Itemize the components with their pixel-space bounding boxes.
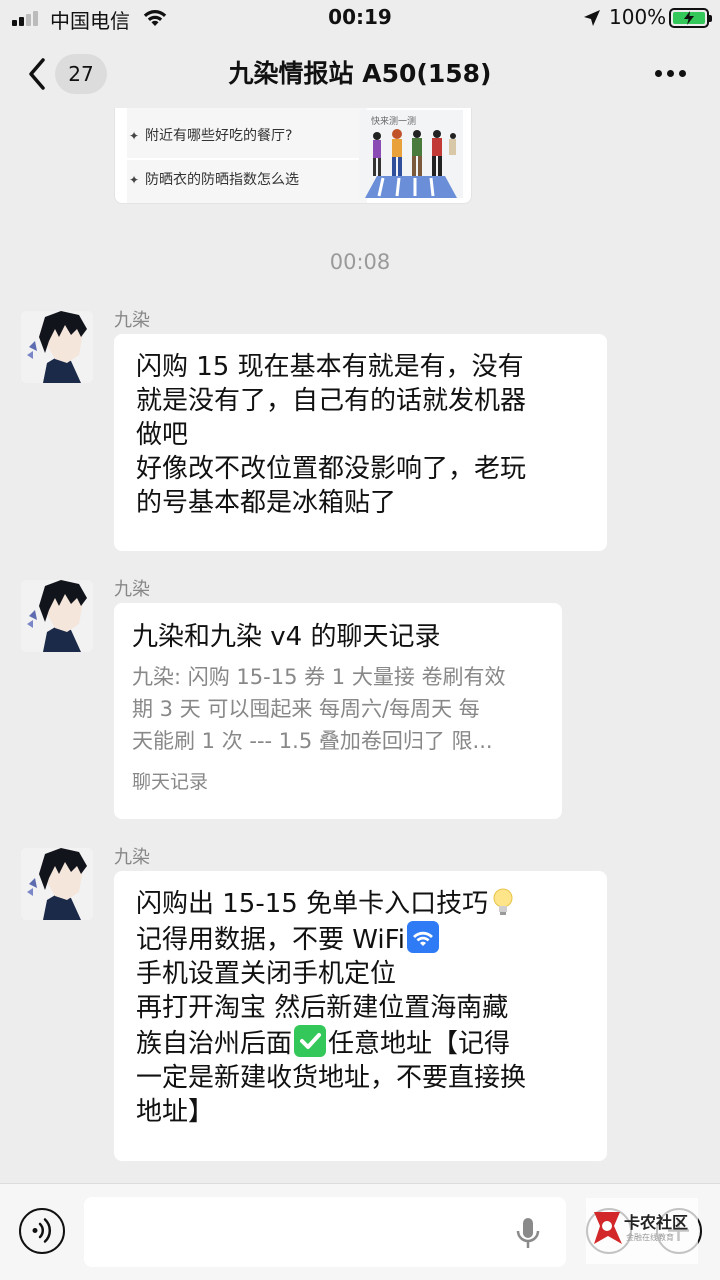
chat-record-card[interactable]: 九染和九染 v4 的聊天记录 九染: 闪购 15-15 券 1 大量接 卷刷有效… [114,603,562,819]
mini-program-card[interactable]: ✦ 附近有哪些好吃的餐厅? ✦ 防晒衣的防晒指数怎么选 快来测一测 [114,108,472,204]
wifi-emoji-icon [406,921,439,953]
message-line: 闪购出 15-15 免单卡入口技巧 [136,887,587,921]
check-mark-emoji-icon [294,1025,327,1057]
message-line: 地址】 [136,1097,215,1127]
sender-name: 九染 [114,847,150,868]
avatar[interactable] [21,311,93,383]
message-line: 就是没有了，自己有的话就发机器 [136,386,527,416]
voice-wave-icon [32,1218,52,1243]
chat-record-label: 聊天记录 [132,771,209,793]
voice-input-button[interactable] [19,1208,65,1254]
light-bulb-icon [493,888,513,915]
timestamp-divider: 00:08 [329,250,391,274]
watermark: 卡农社区 金融在线教育 [586,1198,698,1264]
chat-header: 27 九染情报站 A50(158) [0,36,720,112]
sparkle-icon: ✦ [129,129,140,143]
chat-record-title: 九染和九染 v4 的聊天记录 [132,622,441,652]
chat-title: 九染情报站 A50(158) [228,59,492,88]
message-text: 闪购出 15-15 免单卡入口技巧 [136,889,489,919]
sender-name: 九染 [114,579,150,600]
watermark-subtext: 金融在线教育 [626,1233,674,1242]
sender-name: 九染 [114,310,150,331]
battery-icon [669,8,712,28]
more-options-icon[interactable] [652,66,690,80]
watermark-logo-icon [594,1212,622,1244]
message-line: 一定是新建收货地址，不要直接换 [136,1063,527,1093]
chat-record-preview: 九染: 闪购 15-15 券 1 大量接 卷刷有效 期 3 天 可以囤起来 每周… [132,661,544,757]
message-line: 记得用数据，不要 WiFi [136,921,587,957]
people-illustration: 快来测一测 [359,110,463,198]
status-bar: 中国电信 00:19 100% [0,0,720,36]
battery-percentage: 100% [609,5,667,29]
watermark-text: 卡农社区 [624,1213,689,1232]
message-line: 的号基本都是冰箱贴了 [136,488,397,518]
message-bubble[interactable]: 闪购出 15-15 免单卡入口技巧 记得用数据，不要 WiFi 手机设置关闭手机… [114,871,607,1161]
message-text: 族自治州后面 [136,1029,293,1059]
suggestion-text: 防晒衣的防晒指数怎么选 [145,172,299,188]
microphone-icon[interactable] [515,1216,541,1250]
suggestion-item[interactable]: ✦ 附近有哪些好吃的餐厅? [127,108,367,158]
message-line: 好像改不改位置都没影响了，老玩 [136,454,527,484]
message-text: 记得用数据，不要 WiFi [136,925,405,955]
message-line: 做吧 [136,420,189,450]
avatar[interactable] [21,580,93,652]
sparkle-icon: ✦ [129,173,140,187]
message-text-input[interactable] [84,1197,566,1267]
avatar[interactable] [21,848,93,920]
message-line: 再打开淘宝 然后新建位置海南藏 [136,993,509,1023]
message-line: 族自治州后面 任意地址【记得 [136,1025,587,1061]
message-line: 手机设置关闭手机定位 [136,959,397,989]
suggestion-item[interactable]: ✦ 防晒衣的防晒指数怎么选 [127,160,367,203]
message-input-bar: 卡农社区 金融在线教育 [0,1183,720,1280]
message-line: 闪购 15 现在基本有就是有，没有 [136,352,524,382]
chat-record-preview-line: 期 3 天 可以囤起来 每周六/每周天 每 [132,697,480,721]
suggestion-text: 附近有哪些好吃的餐厅? [145,128,293,144]
message-text: 任意地址【记得 [328,1029,511,1059]
chat-record-preview-line: 九染: 闪购 15-15 券 1 大量接 卷刷有效 [132,665,506,689]
location-arrow-icon [584,10,600,26]
chat-record-preview-line: 天能刷 1 次 --- 1.5 叠加卷回归了 限... [132,729,493,753]
message-bubble[interactable]: 闪购 15 现在基本有就是有，没有 就是没有了，自己有的话就发机器 做吧 好像改… [114,334,607,551]
